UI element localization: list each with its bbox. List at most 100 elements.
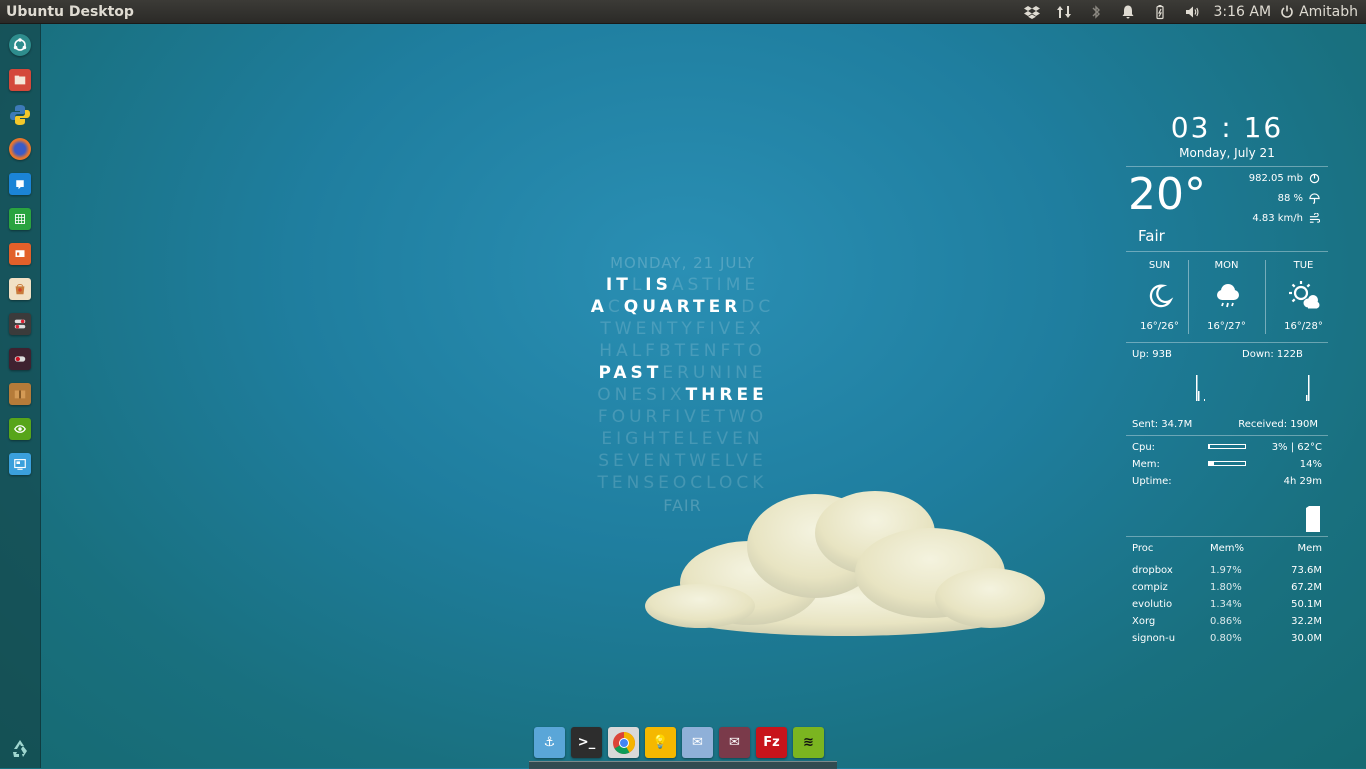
power-icon xyxy=(1281,5,1293,18)
proc-mem: 30.0M xyxy=(1291,633,1322,644)
proc-mem: 50.1M xyxy=(1291,599,1322,610)
word-clock-inactive-letters: DC xyxy=(741,297,775,317)
mem-header: Mem xyxy=(1297,543,1322,554)
impress-icon[interactable] xyxy=(9,243,31,265)
umbrella-icon xyxy=(1309,193,1320,204)
upload-graph xyxy=(1196,375,1205,401)
word-clock-inactive-letters: ASTIME xyxy=(671,275,760,295)
uptime-value: 4h 29m xyxy=(1283,476,1322,487)
conky-date: Monday, July 21 xyxy=(1179,146,1275,160)
word-clock-inactive-letters: TWENTYFIVEX xyxy=(600,319,765,339)
word-clock-inactive-letters: EIGHTELEVEN xyxy=(601,429,764,449)
humidity-value: 88 % xyxy=(1277,193,1303,204)
mem-value: 14% xyxy=(1299,459,1322,470)
forecast-day-name: SUN xyxy=(1148,260,1171,271)
recycle-icon[interactable] xyxy=(9,737,31,759)
word-clock-active-word: IS xyxy=(645,275,672,295)
conky-time: 03 : 16 xyxy=(1170,111,1284,144)
word-clock-active-word: A xyxy=(590,297,608,317)
terminal-icon[interactable]: >_ xyxy=(571,727,602,758)
chrome-icon[interactable] xyxy=(608,727,639,758)
wind-value: 4.83 km/h xyxy=(1252,213,1303,224)
lightbulb-icon[interactable]: 💡 xyxy=(645,727,676,758)
word-clock-line: TWENTYFIVEX xyxy=(570,318,795,340)
download-speed: Down: 122B xyxy=(1242,349,1303,360)
nvidia-icon[interactable] xyxy=(9,418,31,440)
user-menu[interactable]: Amitabh xyxy=(1279,4,1358,20)
word-clock-active-word: IT xyxy=(605,275,632,295)
bluetooth-icon[interactable] xyxy=(1080,0,1112,24)
word-clock-inactive-letters: L xyxy=(631,275,646,295)
writer-icon[interactable] xyxy=(9,173,31,195)
sent-total: Sent: 34.7M xyxy=(1132,419,1193,430)
mem-bar xyxy=(1208,461,1246,466)
process-table: Proc Mem% Mem dropbox 1.97% 73.6M compiz 1.8… xyxy=(1126,537,1328,657)
volume-icon[interactable] xyxy=(1176,0,1208,24)
system-stats: Cpu: 3% | 62°C Mem: 14% Uptime: 4h 29m xyxy=(1126,436,1328,536)
proc-header: Proc xyxy=(1132,543,1154,554)
remote-desktop-icon[interactable] xyxy=(9,453,31,475)
word-clock-active-word: THREE xyxy=(685,385,768,405)
toggle-icon[interactable] xyxy=(9,348,31,370)
indicator-area: 3:16 AM Amitabh xyxy=(1016,0,1358,24)
network-arrows-icon[interactable] xyxy=(1048,0,1080,24)
word-clock-inactive-letters: C xyxy=(607,297,624,317)
dropbox-icon[interactable] xyxy=(1016,0,1048,24)
cpu-label: Cpu: xyxy=(1132,442,1156,453)
archive-icon[interactable] xyxy=(9,383,31,405)
battery-icon[interactable] xyxy=(1144,0,1176,24)
word-clock-inactive-letters: ONESIX xyxy=(597,385,686,405)
word-clock-active-word: PAST xyxy=(598,363,663,383)
divider xyxy=(1188,260,1189,334)
gauge-icon xyxy=(1309,173,1320,184)
word-clock-line: HALFBTENFTO xyxy=(570,340,795,362)
proc-name: dropbox xyxy=(1132,565,1173,576)
word-clock-line: EIGHTELEVEN xyxy=(570,428,795,450)
received-total: Received: 190M xyxy=(1238,419,1318,430)
divider xyxy=(1265,260,1266,334)
word-clock-inactive-letters: SEVENTWELVE xyxy=(598,451,767,471)
firefox-icon[interactable] xyxy=(9,138,31,160)
files-icon[interactable] xyxy=(9,69,31,91)
weather-condition: Fair xyxy=(1138,227,1165,245)
network-stats: Up: 93B Down: 122B Sent: 34.7M Received:… xyxy=(1126,343,1328,435)
panel-clock[interactable]: 3:16 AM xyxy=(1214,4,1272,20)
word-clock-line: PASTERUNINE xyxy=(570,362,795,384)
proc-name: Xorg xyxy=(1132,616,1156,627)
proc-mem: 67.2M xyxy=(1291,582,1322,593)
forecast-range: 16°/26° xyxy=(1140,321,1179,332)
filezilla-icon[interactable]: Fz xyxy=(756,727,787,758)
word-clock-inactive-letters: HALFBTENFTO xyxy=(599,341,766,361)
software-center-icon[interactable] xyxy=(9,278,31,300)
upload-speed: Up: 93B xyxy=(1132,349,1172,360)
download-graph xyxy=(1306,375,1310,401)
wind-icon xyxy=(1309,213,1320,223)
forecast-range: 16°/28° xyxy=(1284,321,1323,332)
forecast-day: MON 16°/27° xyxy=(1193,252,1260,342)
proc-mem-percent: 1.34% xyxy=(1210,599,1242,610)
word-clock-line: ACQUARTERDC xyxy=(570,296,795,318)
cpu-graph xyxy=(1306,506,1320,532)
system-monitor-widget: 03 : 16 Monday, July 21 20° Fair 982.05 … xyxy=(1126,110,1328,657)
cpu-value: 3% | 62°C xyxy=(1271,442,1322,453)
proc-name: compiz xyxy=(1132,582,1168,593)
word-clock-line: FOURFIVETWO xyxy=(570,406,795,428)
forecast-day: TUE 16°/28° xyxy=(1270,252,1337,342)
proc-mem: 73.6M xyxy=(1291,565,1322,576)
proc-mem-percent: 1.80% xyxy=(1210,582,1242,593)
forecast: SUN 16°/26° MON 16°/27° TUE 16°/28° xyxy=(1126,252,1328,342)
anchor-icon[interactable]: ⚓ xyxy=(534,727,565,758)
python-icon[interactable] xyxy=(9,104,31,126)
maps-icon[interactable]: ✉ xyxy=(682,727,713,758)
spotify-icon[interactable]: ≋ xyxy=(793,727,824,758)
calc-icon[interactable] xyxy=(9,208,31,230)
launcher xyxy=(0,24,41,768)
settings-toggle-icon[interactable] xyxy=(9,313,31,335)
bell-icon[interactable] xyxy=(1112,0,1144,24)
proc-mem-percent: 1.97% xyxy=(1210,565,1242,576)
mail-icon[interactable]: ✉ xyxy=(719,727,750,758)
forecast-range: 16°/27° xyxy=(1207,321,1246,332)
ubuntu-dash-icon[interactable] xyxy=(9,34,31,56)
mem-label: Mem: xyxy=(1132,459,1160,470)
forecast-day-name: TUE xyxy=(1293,260,1314,271)
